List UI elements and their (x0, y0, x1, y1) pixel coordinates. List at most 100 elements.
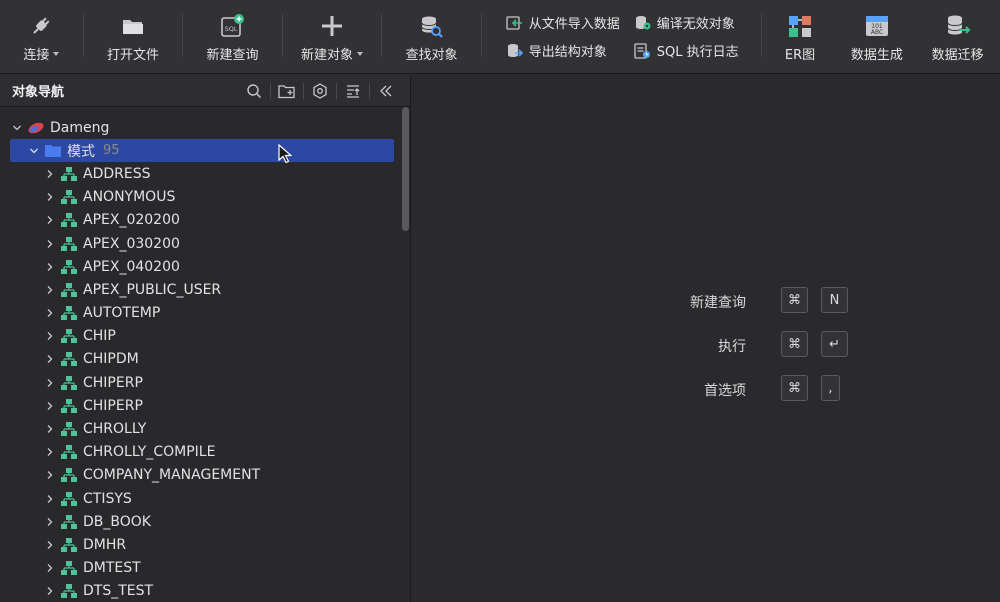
tree-scrollbar[interactable] (402, 107, 409, 231)
chevron-right-icon[interactable] (42, 467, 58, 483)
schema-item[interactable]: APEX_030200 (0, 232, 400, 255)
schema-item[interactable]: ADDRESS (0, 162, 400, 185)
gear-icon (313, 82, 327, 99)
shortcut-key: N (821, 287, 848, 313)
collapse-all-button[interactable] (337, 75, 369, 106)
folder-open-icon (120, 13, 146, 39)
schema-name: APEX_040200 (83, 258, 180, 275)
connect-label: 连接 (23, 48, 50, 63)
new-query-button[interactable]: SQL 新建查询 (183, 0, 282, 73)
svg-text:ABC: ABC (871, 29, 883, 36)
chevron-down-icon[interactable] (26, 143, 42, 159)
folder-plus-icon (278, 84, 295, 98)
schema-item[interactable]: DMTEST (0, 557, 400, 580)
schema-item[interactable]: CHIPERP (0, 394, 400, 417)
shortcut-key: , (821, 375, 840, 401)
hide-panel-button[interactable] (370, 75, 402, 106)
schema-item[interactable]: APEX_PUBLIC_USER (0, 278, 400, 301)
tree-schema-folder[interactable]: 模式 95 (10, 139, 394, 163)
er-diagram-icon (787, 13, 813, 39)
schema-name: CTISYS (83, 490, 132, 507)
double-chevron-left-icon (380, 85, 392, 96)
schema-name: DMTEST (83, 560, 141, 577)
schema-name: ADDRESS (83, 165, 151, 182)
schema-item[interactable]: CHROLLY_COMPILE (0, 441, 400, 464)
search-button[interactable] (238, 75, 270, 106)
new-folder-button[interactable] (271, 75, 303, 106)
export-struct-button[interactable]: 导出结构对象 (506, 41, 620, 60)
chevron-right-icon[interactable] (42, 166, 58, 182)
plus-icon (319, 13, 345, 39)
chevron-right-icon[interactable] (42, 560, 58, 576)
chevron-right-icon[interactable] (42, 514, 58, 530)
data-gen-button[interactable]: 101 ABC 数据生成 (838, 0, 915, 73)
schema-icon (60, 514, 78, 530)
schema-icon (60, 305, 78, 321)
chevron-right-icon[interactable] (42, 259, 58, 275)
data-migrate-button[interactable]: 数据迁移 (915, 0, 1000, 73)
schema-item[interactable]: CHIP (0, 325, 400, 348)
schema-item[interactable]: DMHR (0, 533, 400, 556)
database-export-icon (506, 43, 523, 59)
new-object-button[interactable]: 新建对象 (283, 0, 382, 73)
open-file-label: 打开文件 (106, 48, 159, 63)
sql-log-button[interactable]: SQL 执行日志 (634, 41, 739, 60)
er-diagram-button[interactable]: ER图 (762, 0, 839, 73)
schema-item[interactable]: DTS_TEST (0, 580, 400, 602)
database-migrate-icon (945, 13, 971, 39)
import-data-button[interactable]: 从文件导入数据 (506, 13, 620, 32)
schema-item[interactable]: AUTOTEMP (0, 302, 400, 325)
main-toolbar: 连接 打开文件 SQL 新建查询 新建对象 查找对象 从文件导入数据 导出结构对… (0, 0, 1000, 74)
schema-icon (60, 467, 78, 483)
schema-icon (60, 491, 78, 507)
schema-item[interactable]: CHIPERP (0, 371, 400, 394)
tree-root-dameng[interactable]: Dameng (0, 116, 400, 139)
welcome-area: 新建查询 ⌘ N 执行 ⌘ ↵ 首选项 ⌘ , (412, 75, 1000, 602)
chevron-right-icon[interactable] (42, 328, 58, 344)
chevron-right-icon[interactable] (42, 398, 58, 414)
connect-button[interactable]: 连接 (0, 0, 83, 73)
schema-name: APEX_030200 (83, 235, 180, 252)
schema-item[interactable]: CTISYS (0, 487, 400, 510)
chevron-right-icon[interactable] (42, 212, 58, 228)
collapse-all-icon (347, 84, 360, 98)
schema-icon (60, 444, 78, 460)
database-search-icon (418, 13, 444, 39)
chevron-right-icon[interactable] (42, 444, 58, 460)
chevron-right-icon[interactable] (42, 189, 58, 205)
chevron-right-icon[interactable] (42, 305, 58, 321)
chevron-right-icon[interactable] (42, 375, 58, 391)
open-file-button[interactable]: 打开文件 (84, 0, 183, 73)
schema-item[interactable]: APEX_040200 (0, 255, 400, 278)
shortcut-preferences: 首选项 ⌘ , (412, 375, 1000, 405)
navigator-title: 对象导航 (12, 85, 65, 100)
find-object-label: 查找对象 (405, 48, 458, 63)
chevron-down-icon[interactable] (9, 120, 25, 136)
schema-icon (60, 166, 78, 182)
find-object-button[interactable]: 查找对象 (382, 0, 481, 73)
chevron-right-icon[interactable] (42, 583, 58, 599)
schema-item[interactable]: COMPANY_MANAGEMENT (0, 464, 400, 487)
compile-invalid-button[interactable]: 编译无效对象 (634, 13, 739, 32)
chevron-right-icon[interactable] (42, 282, 58, 298)
schema-icon (60, 351, 78, 367)
shortcut-label: 新建查询 (690, 295, 746, 311)
chevron-right-icon[interactable] (42, 537, 58, 553)
data-gen-label: 数据生成 (850, 48, 903, 63)
schema-item[interactable]: APEX_020200 (0, 209, 400, 232)
settings-button[interactable] (304, 75, 336, 106)
schema-item[interactable]: ANONYMOUS (0, 186, 400, 209)
chevron-right-icon[interactable] (42, 351, 58, 367)
schema-icon (60, 583, 78, 599)
new-object-label: 新建对象 (300, 48, 353, 63)
compile-log-group: 编译无效对象 SQL 执行日志 (630, 0, 761, 73)
schema-item[interactable]: DB_BOOK (0, 510, 400, 533)
chevron-right-icon[interactable] (42, 236, 58, 252)
database-gear-icon (634, 15, 651, 31)
chevron-right-icon[interactable] (42, 421, 58, 437)
schema-item[interactable]: CHROLLY (0, 417, 400, 440)
schema-item[interactable]: CHIPDM (0, 348, 400, 371)
shortcut-label: 首选项 (704, 383, 746, 399)
chevron-right-icon[interactable] (42, 491, 58, 507)
schema-name: ANONYMOUS (83, 189, 176, 206)
